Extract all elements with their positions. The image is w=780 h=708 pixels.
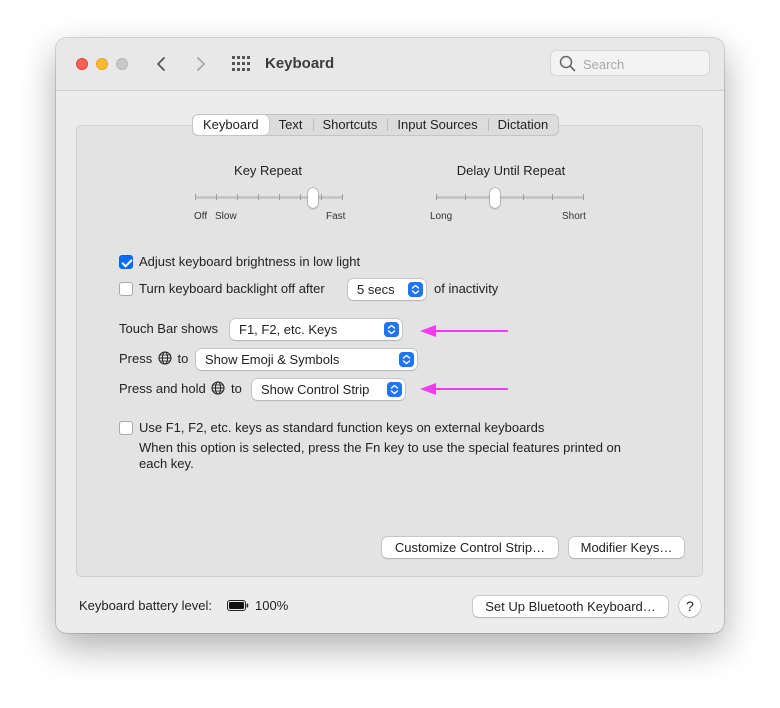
back-icon[interactable] (152, 54, 172, 74)
popup-chevron-icon (399, 352, 414, 367)
battery-label: Keyboard battery level: (79, 598, 212, 613)
titlebar: Keyboard (56, 38, 724, 91)
minimize-button[interactable] (96, 58, 108, 70)
press-globe-label: Press to (119, 351, 189, 366)
customize-control-strip-button[interactable]: Customize Control Strip… (382, 537, 558, 558)
window-title: Keyboard (265, 55, 335, 72)
function-keys-label: Use F1, F2, etc. keys as standard functi… (139, 420, 545, 435)
search-input[interactable] (581, 54, 705, 74)
brightness-checkbox[interactable] (119, 255, 133, 269)
key-repeat-off-label: Off (194, 211, 208, 222)
key-repeat-slow-label: Slow (215, 211, 237, 222)
preferences-window: Keyboard Keyboard Text Shortcuts Input S… (56, 38, 724, 633)
delay-long-label: Long (430, 211, 453, 222)
backlight-off-label: Turn keyboard backlight off after (139, 281, 325, 296)
close-button[interactable] (76, 58, 88, 70)
touch-bar-popup[interactable]: F1, F2, etc. Keys (230, 319, 402, 340)
delay-repeat-knob[interactable] (489, 188, 500, 208)
delay-repeat-title: Delay Until Repeat (456, 163, 566, 178)
tab-shortcuts[interactable]: Shortcuts (312, 115, 388, 135)
zoom-button[interactable] (116, 58, 128, 70)
battery-icon (227, 600, 249, 611)
press-hold-globe-value: Show Control Strip (261, 382, 370, 397)
popup-chevron-icon (408, 282, 423, 297)
tab-keyboard[interactable]: Keyboard (193, 115, 269, 135)
delay-repeat-track (436, 196, 584, 199)
globe-icon (158, 351, 172, 365)
forward-icon[interactable] (190, 54, 210, 74)
function-keys-description: When this option is selected, press the … (139, 440, 621, 455)
setup-bluetooth-keyboard-button[interactable]: Set Up Bluetooth Keyboard… (473, 596, 668, 617)
backlight-off-checkbox[interactable] (119, 282, 133, 296)
annotation-arrow (420, 325, 508, 337)
modifier-keys-button[interactable]: Modifier Keys… (569, 537, 684, 558)
tab-dictation[interactable]: Dictation (487, 115, 559, 135)
show-all-grid-icon[interactable] (232, 56, 250, 72)
touch-bar-value: F1, F2, etc. Keys (239, 322, 338, 337)
tab-bar: Keyboard Text Shortcuts Input Sources Di… (192, 114, 560, 136)
search-field[interactable] (550, 50, 710, 76)
backlight-timeout-value: 5 secs (357, 282, 395, 297)
globe-icon (211, 381, 225, 395)
search-icon (559, 55, 576, 72)
tab-input-sources[interactable]: Input Sources (387, 115, 487, 135)
function-keys-checkbox[interactable] (119, 421, 133, 435)
key-repeat-title: Key Repeat (234, 163, 302, 178)
press-globe-value: Show Emoji & Symbols (205, 352, 340, 367)
backlight-timeout-popup[interactable]: 5 secs (348, 279, 426, 300)
press-hold-globe-popup[interactable]: Show Control Strip (252, 379, 405, 400)
press-globe-popup[interactable]: Show Emoji & Symbols (196, 349, 417, 370)
popup-chevron-icon (387, 382, 402, 397)
battery-value: 100% (255, 598, 289, 613)
inactivity-suffix: of inactivity (434, 281, 499, 296)
tab-text[interactable]: Text (269, 115, 313, 135)
key-repeat-knob[interactable] (307, 188, 318, 208)
popup-chevron-icon (384, 322, 399, 337)
brightness-label: Adjust keyboard brightness in low light (139, 254, 361, 269)
press-hold-globe-label: Press and hold to (119, 381, 242, 396)
annotation-arrow (420, 383, 508, 395)
help-button[interactable]: ? (679, 595, 701, 617)
function-keys-description-cont: each key. (139, 456, 194, 471)
touch-bar-label: Touch Bar shows (119, 321, 218, 336)
delay-short-label: Short (562, 211, 586, 222)
key-repeat-fast-label: Fast (326, 211, 346, 222)
